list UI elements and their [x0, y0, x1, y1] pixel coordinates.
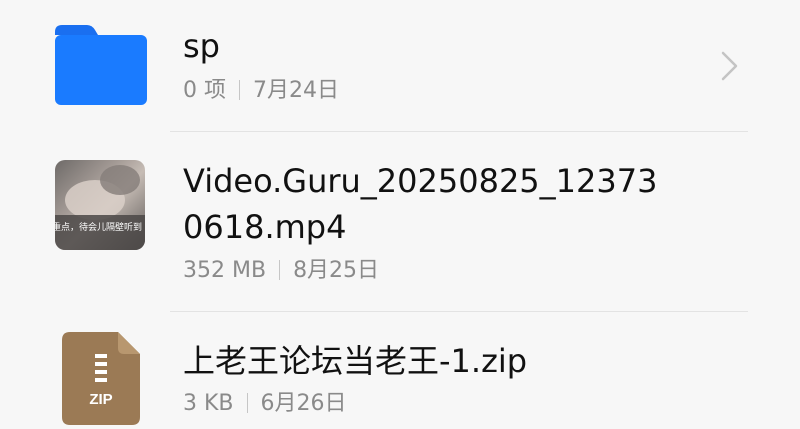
item-count: 0 项 [183, 78, 226, 103]
separator [246, 393, 248, 413]
folder-icon [55, 25, 147, 105]
chevron-right-icon[interactable] [718, 50, 740, 82]
file-date: 6月26日 [260, 391, 347, 416]
zip-icon-label: ZIP [89, 391, 112, 408]
thumbnail-caption: 重点，待会儿隔壁听到 [55, 223, 143, 233]
file-name-line-2: 0618.mp4 [183, 208, 347, 246]
file-meta: 352 MB 8月25日 [183, 256, 379, 286]
video-thumbnail: 重点，待会儿隔壁听到 [55, 160, 145, 250]
zip-file-icon: ZIP [62, 332, 140, 425]
file-date: 7月24日 [253, 78, 339, 103]
file-name: sp [183, 27, 220, 65]
file-list-item-folder[interactable]: sp 0 项 7月24日 [0, 0, 800, 130]
thumbnail-shape [100, 165, 140, 195]
file-meta: 3 KB 6月26日 [183, 389, 347, 419]
separator [239, 80, 240, 100]
file-size: 352 MB [183, 258, 267, 283]
file-name-line-1: Video.Guru_20250825_12373 [183, 162, 658, 200]
file-date: 8月25日 [293, 258, 380, 283]
file-meta: 0 项 7月24日 [183, 76, 339, 106]
file-size: 3 KB [183, 391, 234, 416]
separator [279, 260, 281, 280]
file-name: 上老王论坛当老王-1.zip [183, 342, 528, 380]
